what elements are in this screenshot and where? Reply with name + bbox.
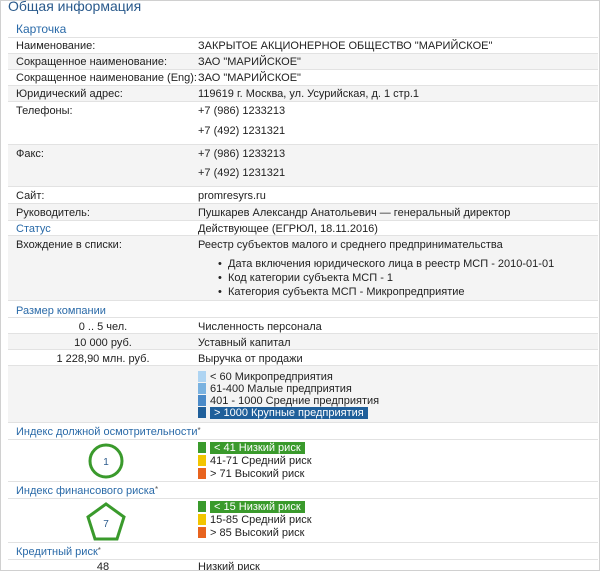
row-staff: 0 .. 5 чел. Численность персонала — [8, 317, 598, 334]
page-title: Общая информация — [8, 0, 142, 14]
swatch — [198, 501, 206, 512]
swatch — [198, 407, 206, 418]
fr-scale-low: < 15 Низкий риск — [198, 500, 305, 513]
section-card: Карточка — [8, 20, 598, 36]
phones-label: Телефоны: — [16, 105, 73, 117]
capital-value: 10 000 руб. — [74, 337, 132, 349]
list-item: Дата включения юридического лица в реест… — [218, 257, 554, 271]
scale-label: > 85 Высокий риск — [210, 526, 305, 539]
row-revenue: 1 228,90 млн. руб. Выручка от продажи — [8, 349, 598, 366]
swatch — [198, 383, 206, 394]
swatch — [198, 442, 206, 453]
fr-scale-mid: 15-85 Средний риск — [198, 513, 312, 526]
director-value: Пушкарев Александр Анатольевич — генерал… — [198, 207, 511, 219]
row-site: Сайт: promresyrs.ru — [8, 186, 598, 204]
size-scale-large: > 1000 Крупные предприятия — [198, 406, 368, 419]
row-fax: Факс: +7 (986) 1233213 +7 (492) 1231321 — [8, 144, 598, 187]
fax-label: Факс: — [16, 148, 44, 160]
row-financial-risk: 7 < 15 Низкий риск 15-85 Средний риск > … — [8, 498, 598, 543]
swatch — [198, 371, 206, 382]
row-lists: Вхождение в списки: Реестр субъектов мал… — [8, 235, 598, 300]
revenue-label: Выручка от продажи — [198, 353, 303, 365]
section-financial-risk: Индекс финансового риска* — [8, 481, 598, 499]
financial-risk-score-pentagon: 7 — [86, 502, 126, 541]
scale-label-highlighted: < 15 Низкий риск — [210, 500, 305, 513]
fax-2: +7 (492) 1231321 — [198, 167, 286, 179]
financial-risk-title: Индекс финансового риска* — [16, 485, 159, 497]
site-label: Сайт: — [16, 190, 45, 202]
short-name-eng-label: Сокращенное наименование (Eng): — [16, 72, 197, 84]
scale-label: 15-85 Средний риск — [210, 513, 312, 526]
swatch — [198, 395, 206, 406]
staff-label: Численность персонала — [198, 321, 322, 333]
name-label: Наименование: — [16, 40, 96, 52]
swatch — [198, 527, 206, 538]
row-short-name-eng: Сокращенное наименование (Eng): ЗАО "МАР… — [8, 69, 598, 86]
swatch — [198, 514, 206, 525]
staff-value: 0 .. 5 чел. — [78, 321, 128, 333]
dd-scale-mid: 41-71 Средний риск — [198, 454, 312, 467]
phone-1: +7 (986) 1233213 — [198, 105, 286, 117]
short-name-label: Сокращенное наименование: — [16, 56, 168, 68]
size-scale-micro: < 60 Микропредприятия — [198, 370, 333, 383]
scale-label: < 60 Микропредприятия — [210, 370, 333, 383]
scale-label: 41-71 Средний риск — [210, 454, 312, 467]
row-size-scale: < 60 Микропредприятия 61-400 Малые предп… — [8, 365, 598, 423]
list-item: Код категории субъекта МСП - 1 — [218, 271, 554, 285]
lists-label: Вхождение в списки: — [16, 239, 122, 251]
row-due-diligence: 1 < 41 Низкий риск 41-71 Средний риск > … — [8, 439, 598, 482]
credit-risk-title: Кредитный риск* — [16, 546, 101, 558]
due-diligence-score-circle: 1 — [88, 443, 124, 479]
short-name-value: ЗАО "МАРИЙСКОЕ" — [198, 56, 301, 68]
section-due-diligence: Индекс должной осмотрительности* — [8, 422, 598, 440]
fax-1: +7 (986) 1233213 — [198, 148, 286, 160]
director-label: Руководитель: — [16, 207, 90, 219]
capital-label: Уставный капитал — [198, 337, 291, 349]
address-value: 119619 г. Москва, ул. Усурийская, д. 1 с… — [198, 88, 419, 100]
swatch — [198, 455, 206, 466]
credit-risk-value: 48 — [96, 561, 110, 570]
scale-label: 61-400 Малые предприятия — [210, 382, 352, 395]
scale-label: > 71 Высокий риск — [210, 467, 305, 480]
row-capital: 10 000 руб. Уставный капитал — [8, 333, 598, 350]
row-status: Статус Действующее (ЕГРЮЛ, 18.11.2016) — [8, 220, 598, 236]
address-label: Юридический адрес: — [16, 88, 123, 100]
dd-scale-low: < 41 Низкий риск — [198, 441, 305, 454]
short-name-eng-value: ЗАО "МАРИЙСКОЕ" — [198, 72, 301, 84]
size-scale-small: 61-400 Малые предприятия — [198, 382, 352, 395]
row-credit-risk: 48 Низкий риск — [8, 559, 598, 570]
scale-label: 401 - 1000 Средние предприятия — [210, 394, 380, 407]
status-label: Статус — [16, 223, 51, 235]
financial-risk-score: 7 — [103, 519, 109, 530]
list-item: Категория субъекта МСП - Микропредприяти… — [218, 285, 554, 299]
phone-2: +7 (492) 1231321 — [198, 125, 286, 137]
revenue-value: 1 228,90 млн. руб. — [56, 353, 150, 365]
scale-label-highlighted: > 1000 Крупные предприятия — [210, 406, 368, 419]
lists-title: Реестр субъектов малого и среднего предп… — [198, 239, 503, 251]
dd-scale-high: > 71 Высокий риск — [198, 467, 305, 480]
name-value: ЗАКРЫТОЕ АКЦИОНЕРНОЕ ОБЩЕСТВО "МАРИЙСКОЕ… — [198, 40, 493, 52]
due-diligence-title: Индекс должной осмотрительности* — [16, 426, 201, 438]
row-name: Наименование: ЗАКРЫТОЕ АКЦИОНЕРНОЕ ОБЩЕС… — [8, 37, 598, 54]
section-credit-risk: Кредитный риск* — [8, 542, 598, 560]
section-size: Размер компании — [8, 300, 598, 318]
row-address: Юридический адрес: 119619 г. Москва, ул.… — [8, 85, 598, 102]
due-diligence-score: 1 — [103, 457, 109, 468]
status-value: Действующее (ЕГРЮЛ, 18.11.2016) — [198, 223, 378, 235]
site-value[interactable]: promresyrs.ru — [198, 190, 266, 202]
card-title: Карточка — [16, 22, 67, 36]
lists-items: Дата включения юридического лица в реест… — [218, 257, 554, 299]
swatch — [198, 468, 206, 479]
fr-scale-high: > 85 Высокий риск — [198, 526, 305, 539]
row-director: Руководитель: Пушкарев Александр Анатоль… — [8, 203, 598, 221]
credit-risk-label: Низкий риск — [198, 561, 260, 570]
scale-label-highlighted: < 41 Низкий риск — [210, 441, 305, 454]
size-scale-medium: 401 - 1000 Средние предприятия — [198, 394, 380, 407]
row-short-name: Сокращенное наименование: ЗАО "МАРИЙСКОЕ… — [8, 53, 598, 70]
row-phones: Телефоны: +7 (986) 1233213 +7 (492) 1231… — [8, 101, 598, 145]
size-title: Размер компании — [16, 305, 106, 317]
